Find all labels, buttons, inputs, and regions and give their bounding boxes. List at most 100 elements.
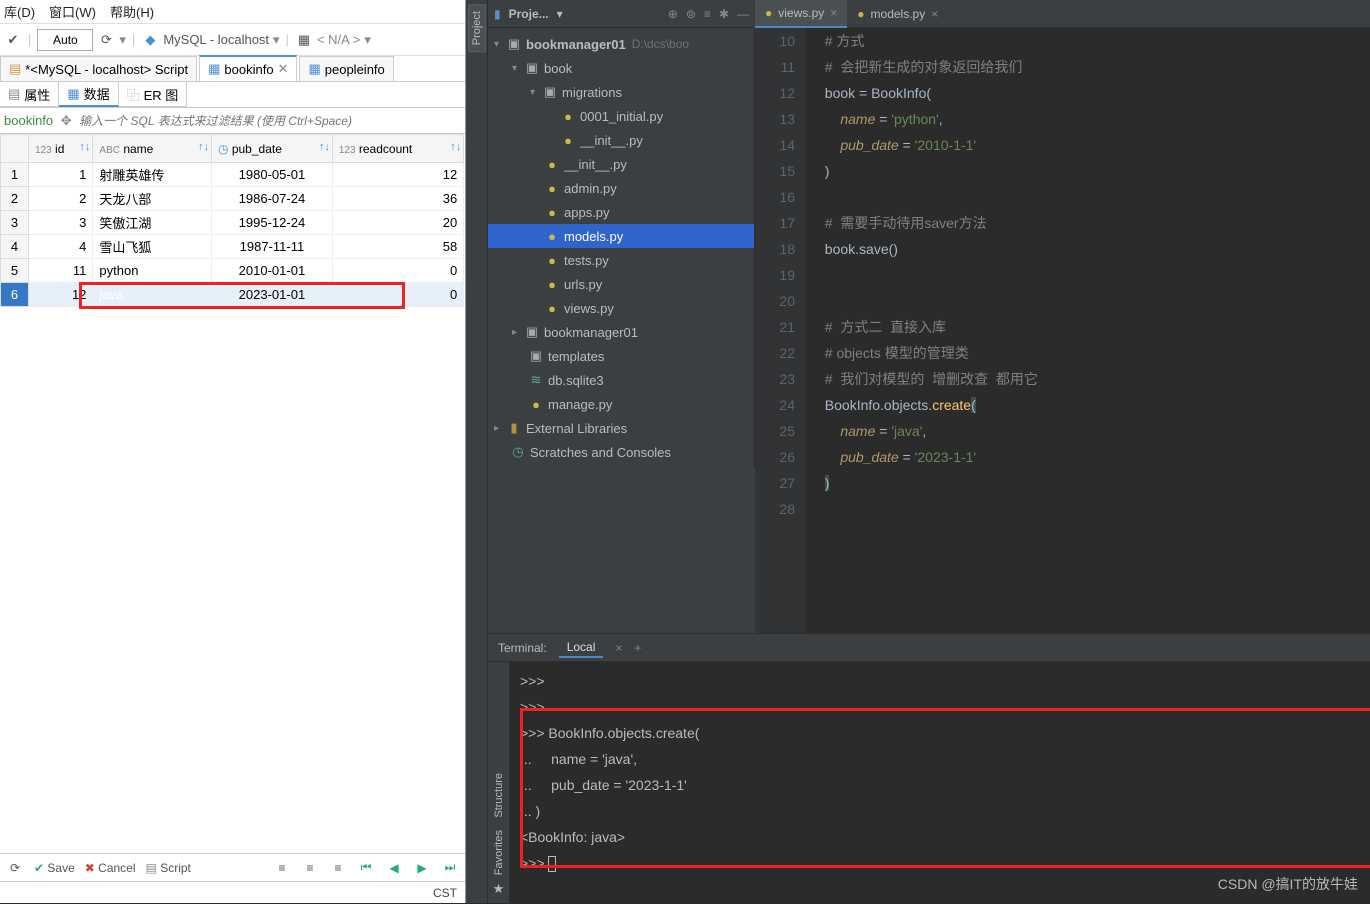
terminal-panel: Terminal: Local × + Structure Favorites … [488,633,1370,903]
subtab-data[interactable]: ▦数据 [59,82,118,107]
menu-database[interactable]: 库(D) [4,2,35,21]
data-grid[interactable]: 123 id↑↓ ABC name↑↓ ◷ pub_date↑↓ 123 rea… [0,134,465,853]
header-readcount[interactable]: 123 readcount↑↓ [332,135,463,163]
prev-page-icon[interactable]: ◀ [385,859,403,877]
menu-bar: 库(D) 窗口(W) 帮助(H) [0,0,465,24]
mysql-icon: ◆ [141,31,159,49]
sql-icon: ▤ [9,61,21,77]
first-page-icon[interactable]: ⏮ [357,859,375,877]
gutter: 10111213141516171819202122232425262728 [755,28,805,633]
tx-mode-field[interactable] [37,29,93,51]
tree-bm01[interactable]: ▸▣bookmanager01 [488,320,754,344]
grid-icon: ▦ [67,86,79,102]
table-name: bookinfo [0,113,57,128]
sidebar-tab-project[interactable]: Project [468,4,486,52]
close-icon[interactable]: × [931,7,938,21]
save-button[interactable]: ✔ Save [34,861,75,875]
sql-filter-input[interactable] [75,114,465,128]
top-split: ▮ Proje... ▾ ⊕ ⊚ ≡ ✱ — ▾▣bookmanager01D:… [488,0,1370,633]
next-page-icon[interactable]: ▶ [413,859,431,877]
tree-external[interactable]: ▸▮External Libraries [488,416,754,440]
last-page-icon[interactable]: ⏭ [441,859,459,877]
filter-pin-icon[interactable]: ✥ [57,112,75,130]
tree-file[interactable]: ●views.py [488,296,754,320]
tab-views[interactable]: ●views.py× [755,0,847,28]
folder-icon: ▮ [494,7,501,21]
left-tool-strip: Project [466,0,488,903]
diagram-icon: ⿻ [127,85,140,104]
tab-peopleinfo[interactable]: ▦peopleinfo [299,56,393,81]
close-icon[interactable]: × [615,641,622,655]
refresh-icon[interactable]: ⟳ [6,859,24,877]
add-tab-icon[interactable]: + [634,641,641,655]
dropdown-icon[interactable]: ▾ [557,7,563,21]
tree-file[interactable]: ●admin.py [488,176,754,200]
table-row[interactable]: 33笑傲江湖1995-12-2420 [1,211,465,235]
tree-file-models[interactable]: ●models.py [488,224,754,248]
tree-file[interactable]: ●tests.py [488,248,754,272]
table-row[interactable]: 22天龙八部1986-07-2436 [1,187,465,211]
header-name[interactable]: ABC name↑↓ [93,135,212,163]
header-id[interactable]: 123 id↑↓ [29,135,93,163]
datasource-combo[interactable]: MySQL - localhost [163,32,269,47]
table-icon: ▦ [308,61,320,77]
table-row[interactable]: 11射雕英雄传1980-05-0112 [1,163,465,187]
tree-db[interactable]: ≋db.sqlite3 [488,368,754,392]
tree-file[interactable]: ●apps.py [488,200,754,224]
dropdown-icon[interactable]: ▾ [364,32,371,48]
header-rownum[interactable] [1,135,29,163]
close-icon[interactable]: ✕ [278,61,289,77]
dropdown-icon[interactable]: ▾ [273,32,280,48]
scope-icon[interactable]: ⊕ [668,7,678,21]
dropdown-icon[interactable]: ▾ [119,32,126,48]
star-icon[interactable]: ★ [488,881,510,897]
table-row[interactable]: 44雪山飞狐1987-11-1158 [1,235,465,259]
commit-icon[interactable]: ✔ [4,31,22,49]
project-tree[interactable]: ▾▣bookmanager01D:\dcs\boo ▾▣book ▾▣migra… [488,28,755,468]
gear-icon[interactable]: ✱ [719,7,729,21]
header-pubdate[interactable]: ◷ pub_date↑↓ [212,135,333,163]
terminal-title: Terminal: [498,641,547,655]
nav-first-icon[interactable]: ≡ [273,859,291,877]
menu-window[interactable]: 窗口(W) [49,2,96,21]
script-button[interactable]: ▤ Script [146,861,191,875]
code-lines[interactable]: # 方式 # 会把新生成的对象返回给我们 book = BookInfo( na… [805,28,1370,633]
hide-icon[interactable]: — [737,7,749,21]
tab-script[interactable]: ▤*<MySQL - localhost> Script [0,56,197,81]
tree-file[interactable]: ●urls.py [488,272,754,296]
refresh-icon[interactable]: ⟳ [97,31,115,49]
terminal-body[interactable]: >>> >>> >>> BookInfo.objects.create( ...… [510,662,1370,903]
subtab-attrs[interactable]: ▤属性 [0,82,59,107]
sidebar-tab-favorites[interactable]: Favorites [491,824,507,881]
tree-migrations[interactable]: ▾▣migrations [488,80,754,104]
sidebar-tab-structure[interactable]: Structure [491,767,507,824]
table-row-selected[interactable]: 612java2023-01-010 [1,283,465,307]
tree-root[interactable]: ▾▣bookmanager01D:\dcs\boo [488,32,754,56]
python-icon: ● [765,6,772,20]
schema-combo[interactable]: < N/A > [317,32,360,47]
tree-file[interactable]: ●__init__.py [488,128,754,152]
select-opened-icon[interactable]: ⊚ [686,7,696,21]
menu-help[interactable]: 帮助(H) [110,2,154,21]
cancel-button[interactable]: ✖ Cancel [85,861,136,875]
nav-next-icon[interactable]: ≡ [329,859,347,877]
subtab-er[interactable]: ⿻ER 图 [119,82,188,107]
subtabs: ▤属性 ▦数据 ⿻ER 图 [0,82,465,108]
tree-manage[interactable]: ●manage.py [488,392,754,416]
status-bar: CST [0,881,465,903]
collapse-icon[interactable]: ≡ [704,7,711,21]
tab-bookinfo[interactable]: ▦bookinfo✕ [199,55,297,81]
nav-prev-icon[interactable]: ≡ [301,859,319,877]
tree-templates[interactable]: ▣templates [488,344,754,368]
tree-scratch[interactable]: ◷Scratches and Consoles [488,440,754,464]
tree-file[interactable]: ●0001_initial.py [488,104,754,128]
tree-book[interactable]: ▾▣book [488,56,754,80]
db-toolbar: ✔ | ⟳ ▾ | ◆ MySQL - localhost ▾ | ▦ < N/… [0,24,465,56]
tab-models[interactable]: ●models.py× [847,0,948,28]
table-icon: ▦ [208,61,220,77]
tree-file[interactable]: ●__init__.py [488,152,754,176]
table-row[interactable]: 511python2010-01-010 [1,259,465,283]
code-editor[interactable]: 10111213141516171819202122232425262728 #… [755,28,1370,633]
close-icon[interactable]: × [830,6,837,20]
terminal-tab-local[interactable]: Local [559,638,604,658]
